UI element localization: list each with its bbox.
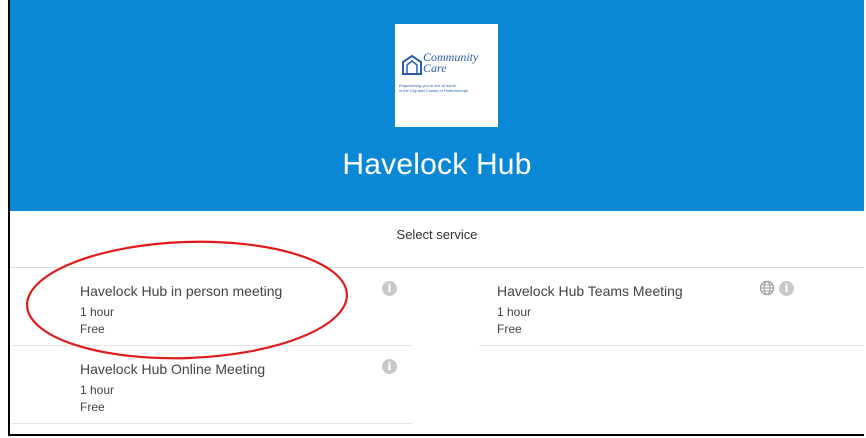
section-title: Select service xyxy=(396,227,478,242)
info-icon[interactable]: i xyxy=(779,281,794,296)
service-card-online[interactable]: Havelock Hub Online Meeting 1 hour Free … xyxy=(12,346,412,424)
service-card-in-person[interactable]: Havelock Hub in person meeting 1 hour Fr… xyxy=(12,268,412,346)
booking-page: Community Care Empowering you to live at… xyxy=(8,0,864,436)
card-divider xyxy=(479,345,864,346)
logo-tagline: Empowering you to live at home in the Ci… xyxy=(399,83,497,93)
service-price: Free xyxy=(80,400,105,414)
service-price: Free xyxy=(80,322,105,336)
service-duration: 1 hour xyxy=(80,305,115,319)
header-banner: Community Care Empowering you to live at… xyxy=(10,0,864,211)
house-logo-icon xyxy=(402,54,422,75)
logo-brand: Community Care xyxy=(423,51,478,75)
page-title: Havelock Hub xyxy=(342,148,532,181)
service-card-teams[interactable]: Havelock Hub Teams Meeting 1 hour Free i xyxy=(479,268,864,346)
info-icon[interactable]: i xyxy=(382,359,397,374)
globe-icon xyxy=(759,280,775,296)
card-divider xyxy=(12,423,412,424)
info-icon[interactable]: i xyxy=(382,281,397,296)
community-care-logo: Community Care Empowering you to live at… xyxy=(395,24,498,127)
logo-brand-line2: Care xyxy=(423,61,447,75)
service-name: Havelock Hub in person meeting xyxy=(80,283,283,299)
service-price: Free xyxy=(497,322,522,336)
logo-tagline-line2: in the City and County of Peterborough xyxy=(399,88,469,93)
service-name: Havelock Hub Online Meeting xyxy=(80,361,266,377)
service-duration: 1 hour xyxy=(497,305,532,319)
service-name: Havelock Hub Teams Meeting xyxy=(497,283,683,299)
service-duration: 1 hour xyxy=(80,383,115,397)
